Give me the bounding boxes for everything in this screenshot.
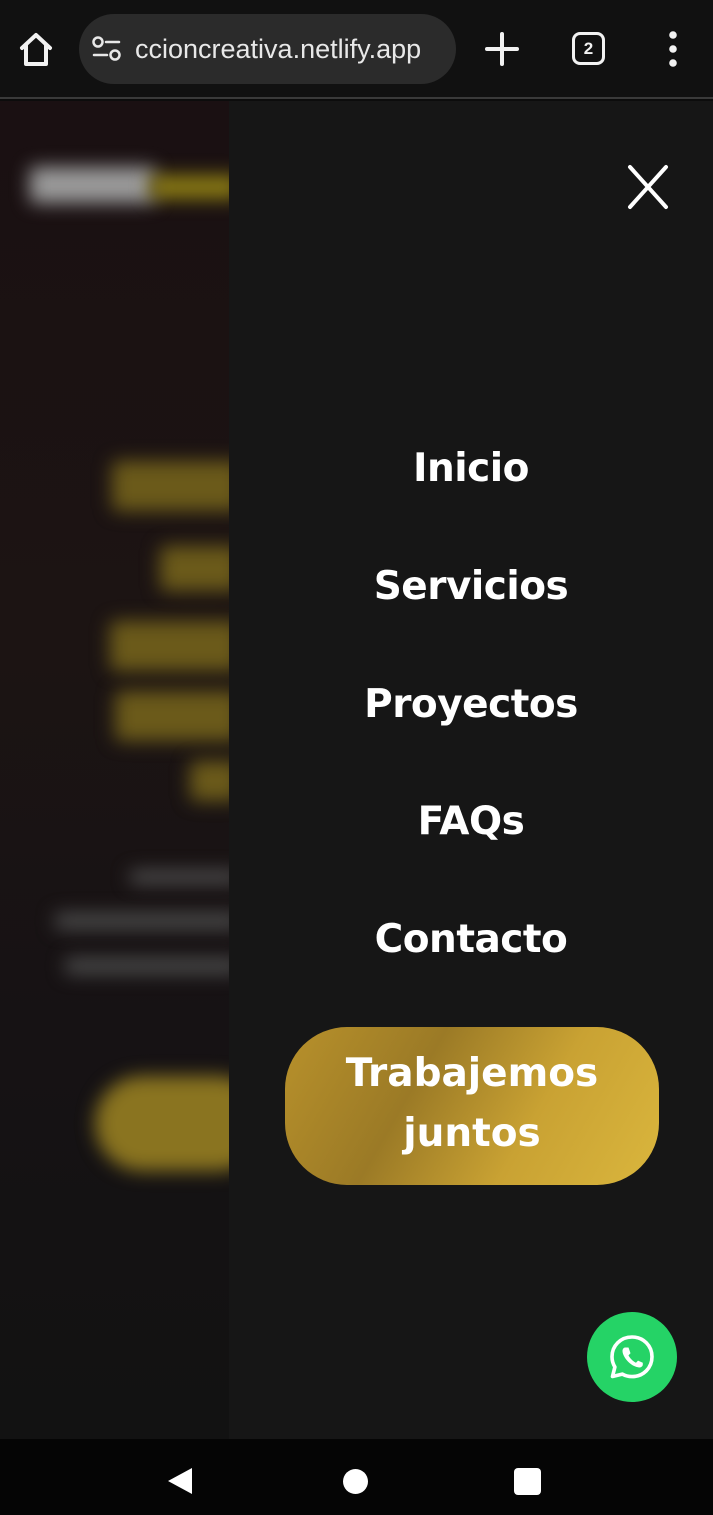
blurred-headline (160, 546, 240, 591)
home-circle-icon[interactable] (343, 1469, 368, 1494)
blurred-logo-accent (150, 175, 240, 199)
browser-toolbar: ccioncreativa.netlify.app 2 (0, 0, 713, 99)
blurred-headline (110, 621, 240, 671)
trabajemos-juntos-button[interactable]: Trabajemos juntos (285, 1027, 659, 1185)
home-icon[interactable] (14, 28, 58, 72)
blurred-text (65, 958, 240, 974)
nav-item-faqs[interactable]: FAQs (229, 798, 713, 846)
new-tab-icon[interactable] (484, 31, 520, 67)
blurred-headline (115, 691, 240, 741)
url-text: ccioncreativa.netlify.app (135, 34, 422, 64)
address-bar[interactable]: ccioncreativa.netlify.app (79, 14, 456, 84)
blurred-text (55, 913, 240, 929)
more-options-icon[interactable] (660, 30, 686, 68)
blurred-logo (30, 167, 155, 203)
nav-list: Inicio Servicios Proyectos FAQs Contacto (229, 101, 713, 1439)
blurred-headline (112, 461, 242, 511)
nav-item-contacto[interactable]: Contacto (229, 916, 713, 964)
nav-item-proyectos[interactable]: Proyectos (229, 681, 713, 729)
recents-icon[interactable] (514, 1468, 541, 1495)
mobile-nav-panel: Inicio Servicios Proyectos FAQs Contacto… (229, 101, 713, 1439)
nav-item-servicios[interactable]: Servicios (229, 563, 713, 611)
cta-label-line2: juntos (403, 1111, 541, 1156)
back-icon[interactable] (166, 1466, 194, 1500)
tab-switcher-button[interactable]: 2 (572, 32, 605, 65)
nav-item-inicio[interactable]: Inicio (229, 445, 713, 493)
system-navigation-bar (0, 1439, 713, 1515)
whatsapp-button[interactable] (587, 1312, 677, 1402)
cta-label-line1: Trabajemos (345, 1051, 599, 1096)
blurred-text (130, 871, 240, 883)
site-settings-icon[interactable] (91, 36, 123, 62)
